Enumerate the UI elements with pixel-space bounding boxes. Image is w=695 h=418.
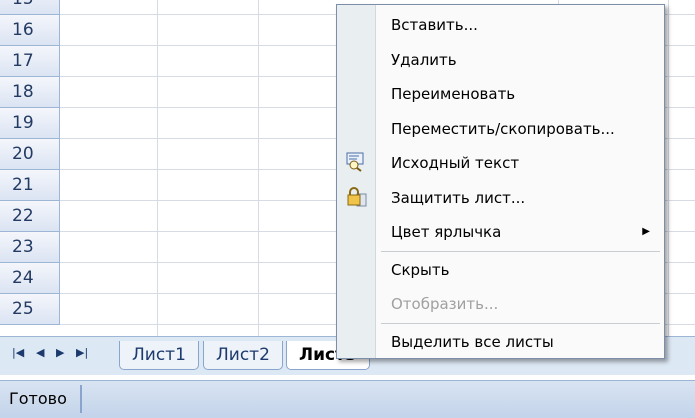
menu-item-unhide: Отобразить... — [375, 287, 664, 321]
row-header[interactable]: 20 — [0, 139, 60, 170]
first-sheet-button[interactable]: |◀ — [12, 346, 24, 359]
prev-sheet-button[interactable]: ◀ — [36, 346, 44, 359]
menu-item-delete[interactable]: Удалить — [375, 43, 664, 77]
menu-item-label: Исходный текст — [391, 154, 520, 172]
status-bar: Готово — [0, 380, 695, 418]
menu-item-insert[interactable]: Вставить... — [375, 8, 664, 42]
menu-item-move-copy[interactable]: Переместить/скопировать... — [375, 112, 664, 146]
menu-item-view-code[interactable]: Исходный текст — [375, 146, 664, 180]
menu-item-label: Вставить... — [391, 16, 478, 34]
sheet-context-menu: Вставить... Удалить Переименовать Переме… — [336, 4, 665, 359]
view-code-icon — [346, 152, 364, 172]
submenu-arrow-icon: ▶ — [642, 226, 650, 237]
row-header[interactable]: 18 — [0, 77, 60, 108]
tab-sheet-1[interactable]: Лист1 — [119, 341, 199, 370]
menu-item-label: Цвет ярлычка — [391, 223, 502, 241]
row-header[interactable]: 16 — [0, 15, 60, 46]
row-header[interactable]: 25 — [0, 294, 60, 325]
menu-item-label: Отобразить... — [391, 295, 499, 313]
menu-item-protect-sheet[interactable]: Защитить лист... — [375, 181, 664, 215]
menu-item-tab-color[interactable]: Цвет ярлычка ▶ — [375, 215, 664, 249]
next-sheet-button[interactable]: ▶ — [56, 346, 64, 359]
row-header[interactable]: 23 — [0, 232, 60, 263]
row-header[interactable]: 17 — [0, 46, 60, 77]
row-header[interactable]: 22 — [0, 201, 60, 232]
menu-item-label: Выделить все листы — [391, 333, 554, 351]
menu-icon-gutter — [337, 5, 376, 358]
menu-separator — [381, 251, 660, 252]
menu-item-label: Переименовать — [391, 85, 516, 103]
lock-sheet-icon — [347, 187, 367, 207]
menu-item-hide[interactable]: Скрыть — [375, 253, 664, 287]
row-header[interactable]: 19 — [0, 108, 60, 139]
row-header[interactable]: 21 — [0, 170, 60, 201]
status-text: Готово — [9, 389, 67, 408]
menu-item-label: Удалить — [391, 51, 457, 69]
menu-item-select-all[interactable]: Выделить все листы — [375, 325, 664, 359]
menu-item-label: Переместить/скопировать... — [391, 120, 615, 138]
row-header[interactable]: 15 — [0, 0, 60, 15]
menu-item-label: Защитить лист... — [391, 189, 526, 207]
menu-separator — [381, 323, 660, 324]
status-divider — [80, 385, 82, 413]
menu-item-label: Скрыть — [391, 261, 450, 279]
tab-sheet-2[interactable]: Лист2 — [203, 341, 283, 370]
row-header[interactable]: 24 — [0, 263, 60, 294]
last-sheet-button[interactable]: ▶| — [76, 346, 88, 359]
menu-item-rename[interactable]: Переименовать — [375, 77, 664, 111]
